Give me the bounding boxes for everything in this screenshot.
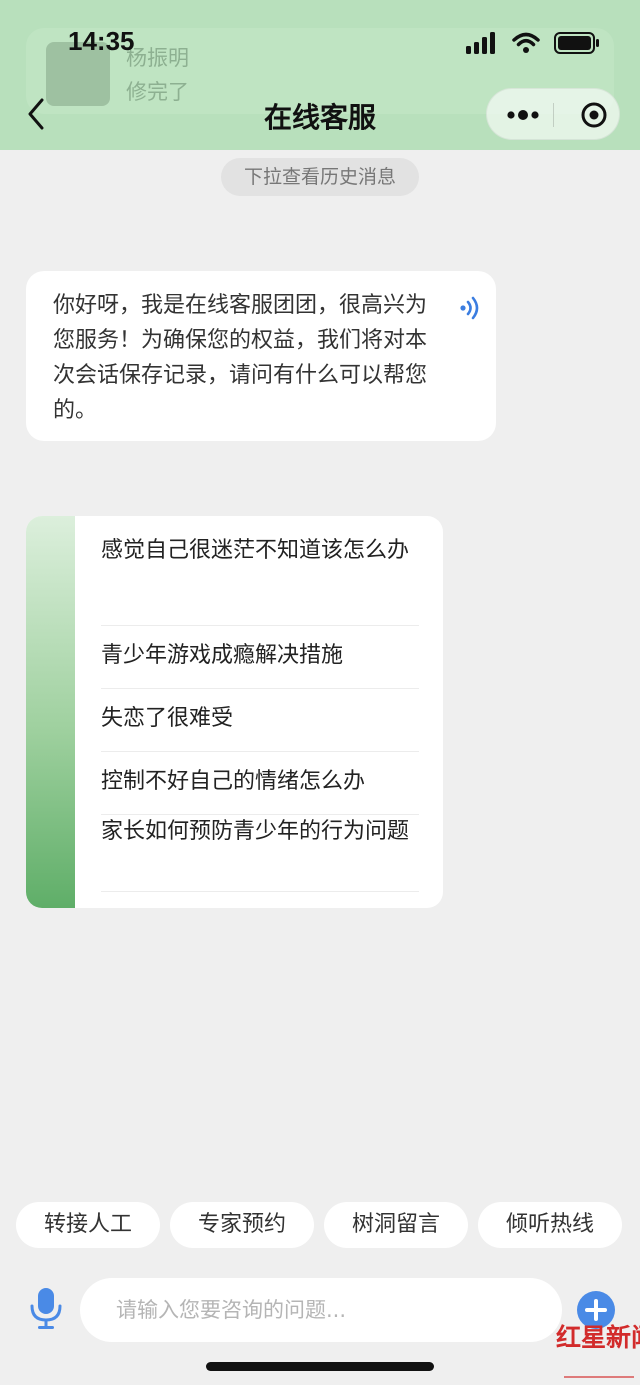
- status-time: 14:35: [68, 26, 135, 56]
- more-options-button[interactable]: [487, 89, 553, 141]
- notification-sender: 杨振明: [126, 46, 189, 70]
- status-icons: [466, 30, 600, 56]
- suggestion-item[interactable]: 家长如何预防青少年的行为问题: [101, 815, 419, 892]
- transfer-to-agent-button[interactable]: 转接人工: [16, 1202, 160, 1248]
- close-mini-program-button[interactable]: [554, 89, 620, 141]
- welcome-message-bubble: 你好呀，我是在线客服团团，很高兴为您服务！为确保您的权益，我们将对本次会话保存记…: [26, 271, 496, 441]
- suggested-questions-card: 感觉自己很迷茫不知道该怎么办 青少年游戏成瘾解决措施 失恋了很难受 控制不好自己…: [26, 516, 443, 908]
- suggestion-item[interactable]: 控制不好自己的情绪怎么办: [101, 752, 419, 815]
- history-hint: 下拉查看历史消息: [221, 158, 419, 196]
- suggestion-item[interactable]: 青少年游戏成瘾解决措施: [101, 626, 419, 689]
- watermark-underline: [564, 1376, 634, 1378]
- watermark-text: 红星新闻: [556, 1323, 640, 1352]
- battery-icon: [554, 32, 599, 54]
- voice-playback-icon[interactable]: [458, 295, 484, 321]
- listening-hotline-button[interactable]: 倾听热线: [478, 1202, 622, 1248]
- header: 杨振明 修完了 14:35 在线客服: [0, 0, 640, 150]
- mini-program-capsule: [486, 88, 620, 140]
- microphone-icon[interactable]: [28, 1286, 64, 1330]
- welcome-message-text: 你好呀，我是在线客服团团，很高兴为您服务！为确保您的权益，我们将对本次会话保存记…: [53, 293, 428, 423]
- suggestion-item[interactable]: 感觉自己很迷茫不知道该怎么办: [101, 534, 419, 626]
- tree-hole-message-button[interactable]: 树洞留言: [324, 1202, 468, 1248]
- suggestion-item[interactable]: 失恋了很难受: [101, 689, 419, 752]
- watermark: 红星新闻: [556, 1318, 640, 1380]
- expert-appointment-button[interactable]: 专家预约: [170, 1202, 314, 1248]
- signal-icon: [466, 32, 495, 54]
- question-input[interactable]: [80, 1278, 562, 1342]
- card-accent-strip: [26, 516, 75, 908]
- wifi-icon: [512, 32, 540, 53]
- home-indicator[interactable]: [206, 1362, 434, 1371]
